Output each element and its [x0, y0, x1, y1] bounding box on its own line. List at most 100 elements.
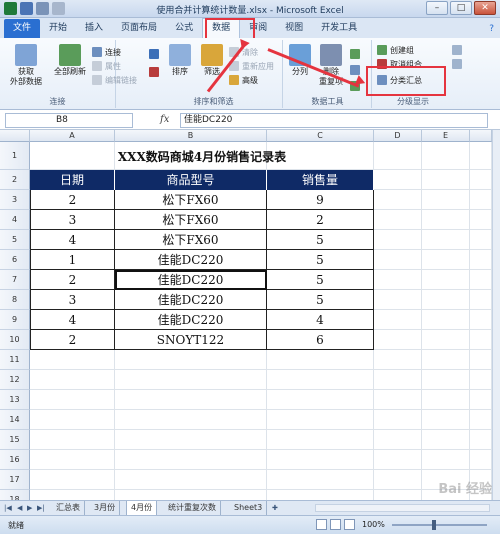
- row-header[interactable]: 2: [0, 170, 30, 190]
- row-header[interactable]: 14: [0, 410, 30, 430]
- grid-cell[interactable]: [30, 490, 115, 500]
- show-detail-icon[interactable]: [452, 44, 462, 56]
- tab-file[interactable]: 文件: [4, 19, 41, 38]
- data-model[interactable]: 佳能DC220: [115, 250, 267, 270]
- grid-cell[interactable]: [115, 450, 267, 470]
- grid-cell[interactable]: [374, 350, 422, 370]
- grid-cell[interactable]: [30, 390, 115, 410]
- grid-cell[interactable]: [422, 450, 470, 470]
- data-date[interactable]: 3: [30, 210, 115, 230]
- horizontal-scrollbar[interactable]: [315, 504, 490, 512]
- header-date[interactable]: 日期: [30, 170, 115, 190]
- grid-cell[interactable]: [267, 470, 374, 490]
- data-date[interactable]: 2: [30, 190, 115, 210]
- data-sales[interactable]: 6: [267, 330, 374, 350]
- minimize-button[interactable]: –: [426, 1, 448, 15]
- tab-developer[interactable]: 开发工具: [312, 19, 366, 38]
- row-header[interactable]: 6: [0, 250, 30, 270]
- table-title[interactable]: XXX数码商城4月份销售记录表: [30, 142, 374, 170]
- tab-insert[interactable]: 插入: [76, 19, 112, 38]
- grid-cell[interactable]: [470, 330, 492, 350]
- grid-cell[interactable]: [30, 350, 115, 370]
- row-header[interactable]: 4: [0, 210, 30, 230]
- grid-cell[interactable]: [374, 142, 422, 170]
- grid-cell[interactable]: [115, 370, 267, 390]
- grid-cell[interactable]: [422, 410, 470, 430]
- grid-cell[interactable]: [374, 230, 422, 250]
- row-header[interactable]: 15: [0, 430, 30, 450]
- column-header-d[interactable]: D: [374, 130, 422, 142]
- data-date[interactable]: 1: [30, 250, 115, 270]
- grid-cell[interactable]: [374, 430, 422, 450]
- grid-cell[interactable]: [374, 390, 422, 410]
- row-header[interactable]: 7: [0, 270, 30, 290]
- header-sales[interactable]: 销售量: [267, 170, 374, 190]
- page-layout-view-icon[interactable]: [330, 519, 341, 530]
- grid-cell[interactable]: [470, 250, 492, 270]
- grid-cell[interactable]: [267, 350, 374, 370]
- grid-cell[interactable]: [374, 470, 422, 490]
- grid-cell[interactable]: [115, 430, 267, 450]
- data-model[interactable]: 佳能DC220: [115, 290, 267, 310]
- grid-cell[interactable]: [422, 290, 470, 310]
- data-date[interactable]: 2: [30, 270, 115, 290]
- row-header[interactable]: 9: [0, 310, 30, 330]
- grid-cell[interactable]: [30, 410, 115, 430]
- column-header-f[interactable]: [470, 130, 492, 142]
- row-header[interactable]: 18: [0, 490, 30, 500]
- column-header-c[interactable]: C: [267, 130, 374, 142]
- tab-formulas[interactable]: 公式: [166, 19, 202, 38]
- grid-cell[interactable]: [115, 350, 267, 370]
- grid-cell[interactable]: [115, 410, 267, 430]
- tab-page-layout[interactable]: 页面布局: [112, 19, 166, 38]
- grid-cell[interactable]: [422, 430, 470, 450]
- formula-input[interactable]: 佳能DC220: [180, 113, 488, 128]
- grid-cell[interactable]: [115, 390, 267, 410]
- row-header[interactable]: 10: [0, 330, 30, 350]
- grid-cell[interactable]: [115, 490, 267, 500]
- prev-sheet-nav[interactable]: ◀: [17, 504, 22, 512]
- grid-cell[interactable]: [374, 270, 422, 290]
- sheet-tab-summary[interactable]: 汇总表: [52, 501, 85, 515]
- data-date[interactable]: 2: [30, 330, 115, 350]
- data-sales[interactable]: 4: [267, 310, 374, 330]
- column-header-e[interactable]: E: [422, 130, 470, 142]
- grid-cell[interactable]: [30, 470, 115, 490]
- grid-cell[interactable]: [374, 210, 422, 230]
- name-box[interactable]: B8: [5, 113, 133, 128]
- grid-cell[interactable]: [422, 270, 470, 290]
- header-model[interactable]: 商品型号: [115, 170, 267, 190]
- sheet-grid[interactable]: A B C D E 12345678910111213141516171819 …: [0, 130, 492, 500]
- column-header-b[interactable]: B: [115, 130, 267, 142]
- grid-cell[interactable]: [470, 310, 492, 330]
- close-button[interactable]: ✕: [474, 1, 496, 15]
- grid-cell[interactable]: [470, 210, 492, 230]
- grid-cell[interactable]: [470, 430, 492, 450]
- get-external-data-button[interactable]: 获取 外部数据: [6, 44, 46, 87]
- grid-cell[interactable]: [470, 270, 492, 290]
- tab-view[interactable]: 视图: [276, 19, 312, 38]
- data-date[interactable]: 4: [30, 230, 115, 250]
- last-sheet-nav[interactable]: ▶|: [37, 504, 45, 512]
- hide-detail-icon[interactable]: [452, 58, 462, 70]
- maximize-button[interactable]: □: [450, 1, 472, 15]
- row-header[interactable]: 13: [0, 390, 30, 410]
- grid-cell[interactable]: [267, 450, 374, 470]
- grid-cell[interactable]: [267, 370, 374, 390]
- data-model[interactable]: 松下FX60: [115, 230, 267, 250]
- grid-cell[interactable]: [422, 230, 470, 250]
- zoom-level[interactable]: 100%: [362, 520, 385, 529]
- first-sheet-nav[interactable]: |◀: [4, 504, 12, 512]
- row-header[interactable]: 12: [0, 370, 30, 390]
- grid-cell[interactable]: [374, 410, 422, 430]
- grid-cell[interactable]: [374, 450, 422, 470]
- row-header[interactable]: 17: [0, 470, 30, 490]
- sort-za-button[interactable]: [149, 66, 159, 78]
- select-all-corner[interactable]: [0, 130, 30, 142]
- sort-az-button[interactable]: [149, 48, 159, 60]
- grid-cell[interactable]: [374, 310, 422, 330]
- sheet-tab-march[interactable]: 3月份: [90, 501, 121, 515]
- grid-cell[interactable]: [374, 290, 422, 310]
- zoom-slider-thumb[interactable]: [432, 520, 436, 530]
- grid-cell[interactable]: [422, 190, 470, 210]
